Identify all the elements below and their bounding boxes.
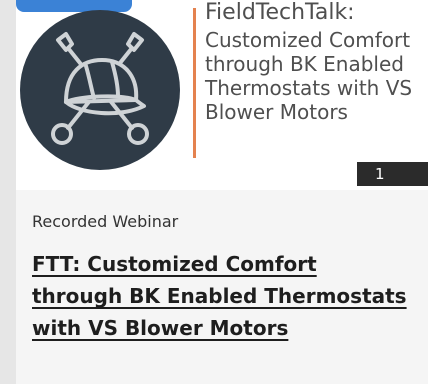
thumbnail-heading: FieldTechTalk: Customized Comfort throug… (205, 0, 428, 124)
thumbnail-heading-line1: FieldTechTalk: (205, 0, 355, 25)
webinar-thumbnail[interactable]: FieldTechTalk: Customized Comfort throug… (16, 0, 428, 190)
technician-cap-wrench-icon (20, 10, 180, 170)
title-divider (193, 8, 196, 158)
webinar-title-link[interactable]: FTT: Customized Comfort through BK Enabl… (32, 248, 412, 344)
thumbnail-heading-rest: Customized Comfort through BK Enabled Th… (205, 28, 413, 124)
content-type-label: Recorded Webinar (32, 212, 179, 231)
webinar-card[interactable]: FieldTechTalk: Customized Comfort throug… (16, 0, 428, 384)
duration-badge: 1 Hour (357, 162, 428, 190)
